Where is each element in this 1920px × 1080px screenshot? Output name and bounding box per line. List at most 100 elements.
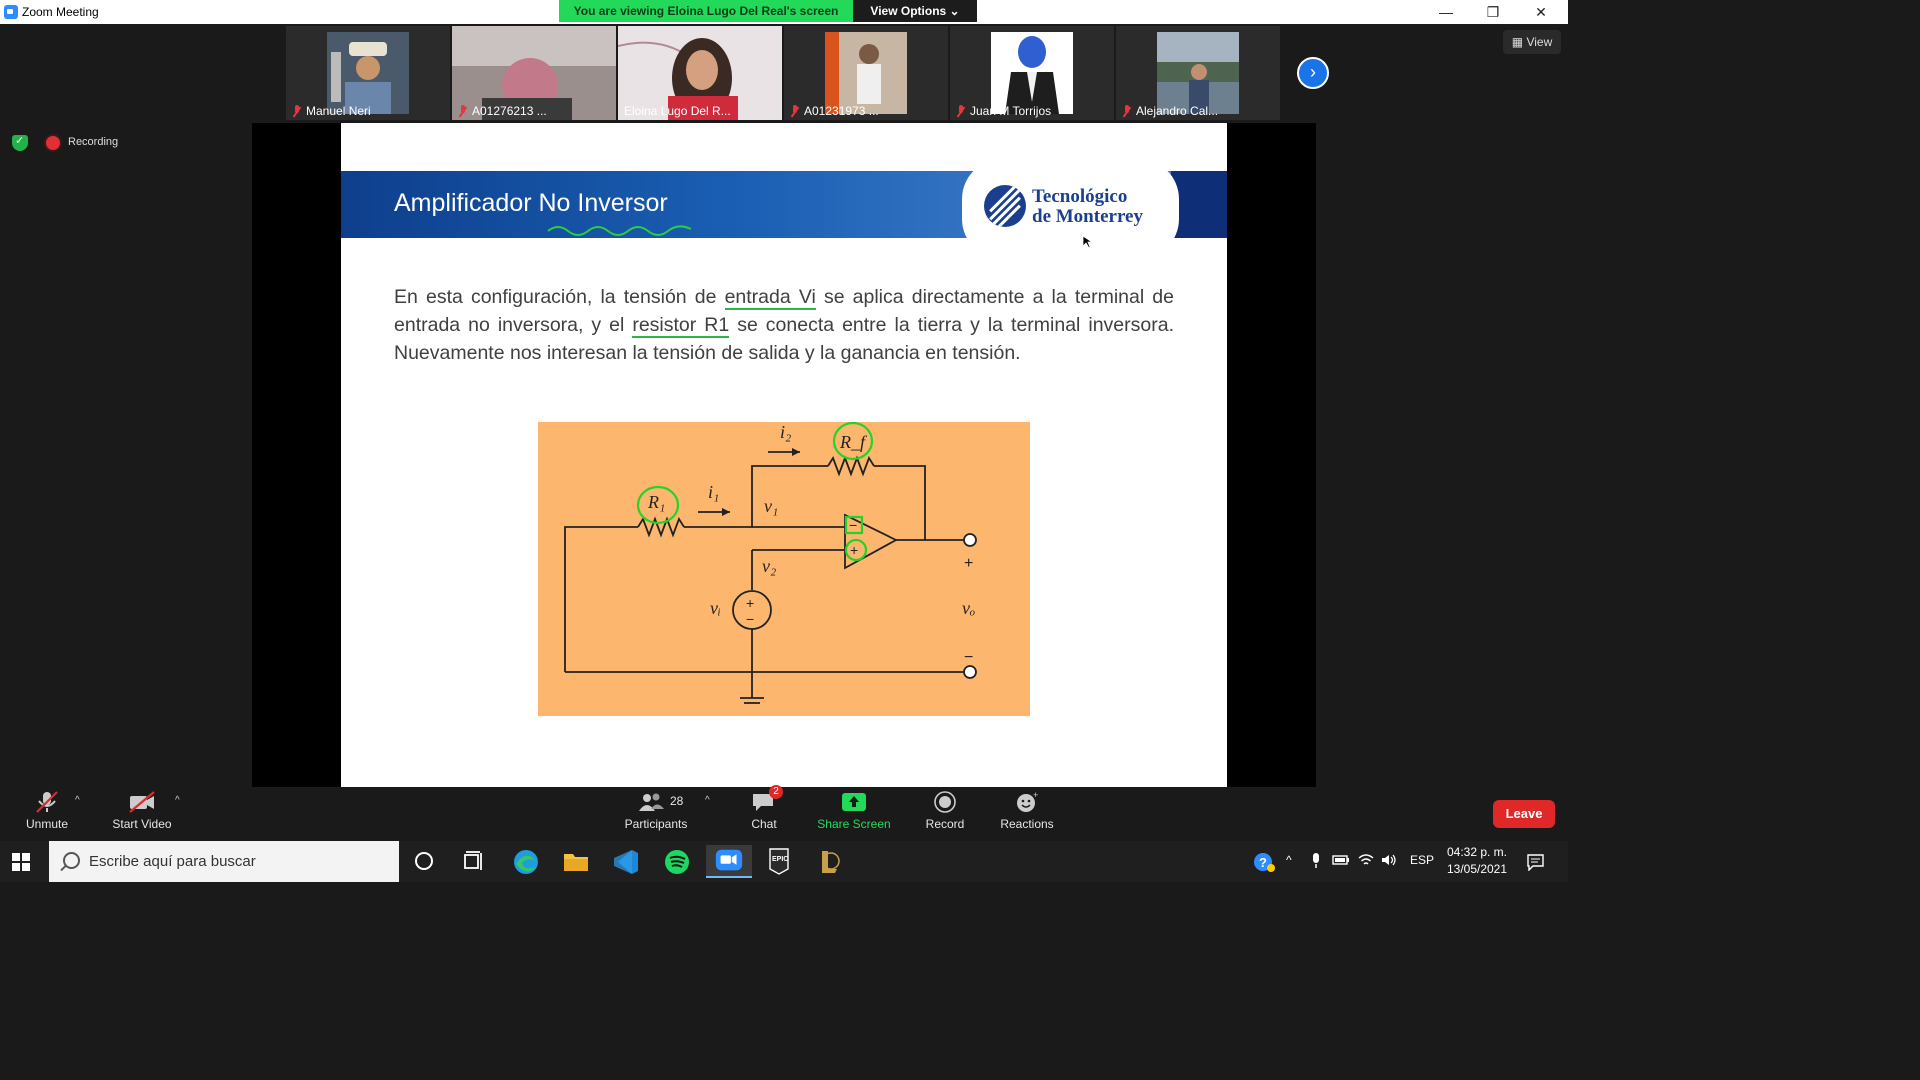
participant-video xyxy=(1157,32,1239,114)
participant-name: Juan M Torrijos xyxy=(970,104,1052,118)
label-vi: vᵢ xyxy=(710,598,721,618)
tec-logo-emblem-icon xyxy=(984,185,1026,227)
chat-button[interactable]: 2 Chat xyxy=(742,785,786,831)
participant-name: A01231973 ... xyxy=(804,104,879,118)
task-view-icon[interactable] xyxy=(454,845,494,878)
edge-browser-icon[interactable] xyxy=(506,845,546,878)
windows-taskbar: Escribe aquí para buscar EPIC ? ^ ESP 04… xyxy=(0,841,1568,882)
window-title: Zoom Meeting xyxy=(22,5,99,19)
svg-text:?: ? xyxy=(1259,855,1267,870)
battery-icon[interactable] xyxy=(1332,853,1350,867)
file-explorer-icon[interactable] xyxy=(556,845,596,878)
cortana-icon[interactable] xyxy=(404,845,444,878)
search-icon xyxy=(63,852,80,869)
next-page-chevron-icon[interactable]: › xyxy=(1297,57,1329,89)
share-screen-icon xyxy=(842,793,866,811)
windows-start-icon[interactable] xyxy=(12,853,30,871)
window-title-bar: Zoom Meeting You are viewing Eloina Lugo… xyxy=(0,0,1568,24)
muted-mic-icon xyxy=(1122,105,1132,117)
record-button[interactable]: Record xyxy=(922,791,968,831)
video-options-chevron-icon[interactable]: ^ xyxy=(175,795,180,806)
participant-name: Eloina Lugo Del R... xyxy=(624,104,731,118)
participant-video xyxy=(825,32,907,114)
source-plus: + xyxy=(746,595,754,611)
zoom-taskbar-icon[interactable] xyxy=(706,845,752,878)
meeting-toolbar: Unmute ^ Start Video ^ 28 Participants ^… xyxy=(0,785,1568,841)
league-of-legends-icon[interactable] xyxy=(809,845,849,878)
video-off-icon xyxy=(129,791,155,813)
participant-tile-active-speaker[interactable]: Eloina Lugo Del R... xyxy=(618,26,782,120)
chat-badge: 2 xyxy=(769,785,783,799)
wifi-icon[interactable] xyxy=(1358,853,1374,867)
label-i1: i₁ xyxy=(708,482,719,502)
participants-icon xyxy=(639,793,664,811)
logo-line1: Tecnológico xyxy=(1032,186,1128,207)
slide-title: Amplificador No Inversor xyxy=(394,189,668,217)
mouse-cursor-icon xyxy=(1082,235,1094,249)
close-button[interactable]: ✕ xyxy=(1518,0,1564,24)
label-plus: + xyxy=(964,555,973,572)
label-minus: − xyxy=(964,649,973,666)
participant-name: A01276213 ... xyxy=(472,104,547,118)
clock-time: 04:32 p. m. xyxy=(1446,845,1508,859)
search-placeholder: Escribe aquí para buscar xyxy=(89,853,256,870)
notifications-icon[interactable] xyxy=(1526,853,1546,871)
help-notification-icon[interactable]: ? xyxy=(1252,851,1276,873)
participants-button[interactable]: 28 Participants xyxy=(618,791,694,831)
participant-video xyxy=(991,32,1073,114)
reactions-button[interactable]: + Reactions xyxy=(996,791,1058,831)
epic-games-icon[interactable]: EPIC xyxy=(759,845,799,878)
reactions-smiley-icon: + xyxy=(1017,791,1038,812)
view-options-button[interactable]: View Options ⌄ xyxy=(853,0,977,22)
label-r1: R₁ xyxy=(647,492,665,512)
participant-tile[interactable]: Manuel Neri xyxy=(286,26,450,120)
restore-button[interactable]: ❐ xyxy=(1470,0,1516,24)
leave-meeting-button[interactable]: Leave xyxy=(1493,800,1555,828)
minimize-button[interactable]: — xyxy=(1423,0,1469,24)
participant-video xyxy=(327,32,409,114)
recording-label: Recording xyxy=(68,136,119,148)
share-screen-button[interactable]: Share Screen xyxy=(814,791,894,831)
language-indicator[interactable]: ESP xyxy=(1410,853,1434,867)
start-video-button[interactable]: Start Video xyxy=(106,791,178,831)
volume-icon[interactable] xyxy=(1381,853,1399,867)
non-inverting-amplifier-circuit: i₂ R_f R₁ i₁ v₁ v₂ vᵢ vₒ + − + − − + xyxy=(538,422,1030,716)
label-v1: v₁ xyxy=(764,496,778,516)
svg-text:EPIC: EPIC xyxy=(772,856,788,863)
audio-options-chevron-icon[interactable]: ^ xyxy=(75,795,80,806)
participants-options-chevron-icon[interactable]: ^ xyxy=(705,795,710,806)
participant-tile[interactable]: Juan M Torrijos xyxy=(950,26,1114,120)
op-amp-minus: − xyxy=(849,517,857,533)
svg-text:+: + xyxy=(1033,791,1038,800)
vscode-icon[interactable] xyxy=(606,845,646,878)
presentation-slide: Amplificador No Inversor Tecnológico de M… xyxy=(341,123,1227,787)
tec-logo: Tecnológico de Monterrey xyxy=(962,159,1179,259)
taskbar-search-box[interactable]: Escribe aquí para buscar xyxy=(49,841,399,882)
participant-tile[interactable]: A01231973 ... xyxy=(784,26,948,120)
participants-count: 28 xyxy=(670,794,684,808)
zoom-app-icon xyxy=(4,5,18,19)
participant-name: Alejandro Cal... xyxy=(1136,104,1219,118)
spotify-icon[interactable] xyxy=(657,845,697,878)
slide-header-band-right xyxy=(1171,171,1227,238)
op-amp-plus: + xyxy=(850,542,858,558)
record-icon xyxy=(934,791,956,813)
label-v2: v₂ xyxy=(762,556,776,576)
participant-tile[interactable]: A01276213 ... xyxy=(452,26,616,120)
view-layout-button[interactable]: ▦ View xyxy=(1503,30,1561,54)
viewing-screen-banner: You are viewing Eloina Lugo Del Real's s… xyxy=(559,0,853,22)
participant-tile[interactable]: Alejandro Cal... xyxy=(1116,26,1280,120)
logo-line2: de Monterrey xyxy=(1032,206,1143,227)
label-i2: i₂ xyxy=(780,422,791,442)
unmute-button[interactable]: Unmute xyxy=(20,791,74,831)
recording-icon[interactable] xyxy=(46,136,60,150)
title-annotation-underline xyxy=(547,225,692,236)
participant-name: Manuel Neri xyxy=(306,104,371,118)
encryption-shield-icon[interactable] xyxy=(12,134,28,151)
video-thumbnail-strip: Manuel Neri A01276213 ... Eloina Lugo De… xyxy=(286,26,1284,120)
source-minus: − xyxy=(746,611,754,627)
show-hidden-icons-chevron-icon[interactable]: ^ xyxy=(1286,853,1292,867)
system-clock[interactable]: 04:32 p. m. 13/05/2021 xyxy=(1440,844,1514,878)
microphone-tray-icon[interactable] xyxy=(1310,853,1322,869)
muted-mic-icon xyxy=(458,105,468,117)
